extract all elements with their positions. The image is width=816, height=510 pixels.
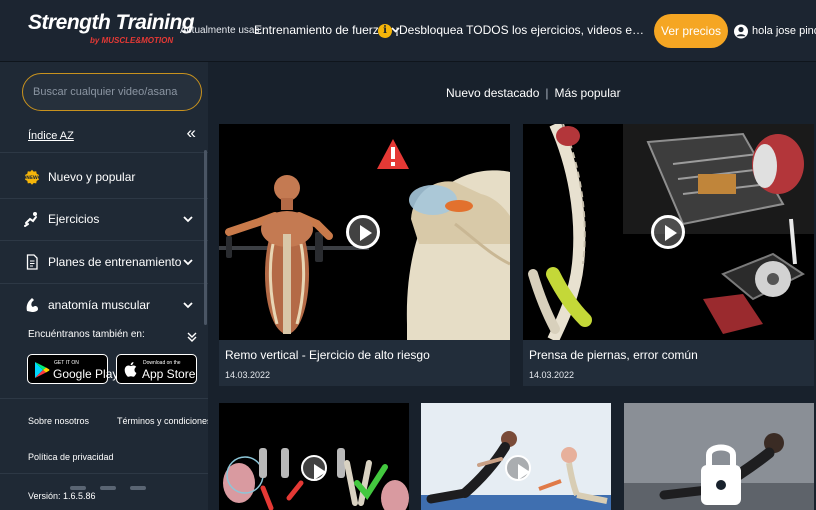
video-date: 14.03.2022	[225, 370, 271, 380]
app-logo[interactable]: Strength Training by MUSCLE&MOTION	[28, 11, 195, 52]
sidebar: Índice AZ « NEW Nuevo y popular Ejercici…	[0, 62, 212, 510]
unlock-promo-link[interactable]: ¡Desbloquea TODOS los ejercicios, videos…	[395, 23, 647, 37]
sidebar-item-label: Ejercicios	[48, 212, 100, 226]
logo-text: Strength Training	[28, 11, 195, 34]
content-tabs: Nuevo destacado | Más popular	[446, 86, 621, 100]
google-play-badge[interactable]: GET IT ON Google Play	[27, 354, 118, 384]
current-program-label: Actualmente usas:	[180, 25, 263, 36]
top-bar: Strength Training by MUSCLE&MOTION Actua…	[0, 0, 816, 62]
google-play-icon	[35, 362, 50, 378]
find-us-label: Encuéntranos también en:	[28, 329, 145, 340]
store-badge-big-text: Google Play	[53, 367, 119, 381]
sidebar-scrollbar[interactable]	[204, 150, 207, 325]
video-card[interactable]	[421, 403, 611, 510]
video-title: Remo vertical - Ejercicio de alto riesgo	[225, 348, 430, 362]
about-us-link[interactable]: Sobre nosotros	[28, 416, 89, 426]
play-icon[interactable]	[505, 455, 531, 481]
sidebar-item-label: Nuevo y popular	[48, 170, 136, 184]
divider	[0, 152, 208, 153]
logo-subtitle: by MUSCLE&MOTION	[90, 36, 174, 45]
exercise-icon	[24, 212, 37, 227]
video-card[interactable]: Remo vertical - Ejercicio de alto riesgo…	[219, 124, 510, 386]
chevron-down-icon	[183, 302, 193, 309]
document-icon	[26, 254, 38, 270]
user-icon[interactable]	[734, 24, 748, 39]
version-label: Versión: 1.6.5.86	[28, 491, 96, 501]
sidebar-item-new-popular[interactable]: NEW Nuevo y popular	[0, 156, 204, 198]
play-icon[interactable]	[651, 215, 685, 249]
divider	[0, 398, 208, 399]
video-card[interactable]: Prensa de piernas, error común 14.03.202…	[523, 124, 814, 386]
video-card[interactable]	[219, 403, 409, 510]
collapse-sidebar-icon[interactable]: «	[187, 123, 196, 143]
sidebar-item-exercises[interactable]: Ejercicios	[0, 198, 204, 240]
az-index-link[interactable]: Índice AZ	[28, 130, 74, 142]
tab-separator: |	[545, 86, 549, 100]
chevron-down-icon	[183, 259, 193, 266]
sidebar-item-label: Planes de entrenamiento	[48, 255, 182, 269]
user-greeting[interactable]: hola jose pino	[752, 25, 816, 37]
sidebar-item-training-plans[interactable]: Planes de entrenamiento	[0, 241, 204, 283]
double-chevron-down-icon[interactable]	[186, 331, 198, 343]
video-date: 14.03.2022	[529, 370, 575, 380]
main-content: Nuevo destacado | Más popular Remo verti…	[208, 62, 816, 510]
store-badge-small-text: GET IT ON	[54, 360, 79, 366]
muscle-icon	[26, 298, 38, 312]
apple-icon	[124, 362, 137, 377]
privacy-link[interactable]: Política de privacidad	[28, 452, 114, 462]
svg-text:NEW: NEW	[26, 175, 38, 181]
divider	[0, 473, 208, 474]
az-index-row: Índice AZ «	[28, 123, 196, 143]
play-icon[interactable]	[301, 455, 327, 481]
play-icon[interactable]	[346, 215, 380, 249]
sidebar-item-muscle-anatomy[interactable]: anatomía muscular	[0, 284, 204, 326]
store-badge-small-text: Download on the	[143, 360, 181, 366]
store-badge-big-text: App Store	[142, 367, 196, 381]
tab-new-featured[interactable]: Nuevo destacado	[446, 86, 539, 100]
video-title: Prensa de piernas, error común	[529, 348, 698, 362]
tab-most-popular[interactable]: Más popular	[555, 86, 621, 100]
lock-icon	[701, 444, 741, 505]
app-store-badge[interactable]: Download on the App Store	[116, 354, 197, 384]
sidebar-item-label: anatomía muscular	[48, 298, 151, 312]
chevron-down-icon	[183, 216, 193, 223]
video-card-locked[interactable]	[624, 403, 814, 510]
view-prices-button[interactable]: Ver precios	[654, 14, 728, 48]
program-selector-value: Entrenamiento de fuerza	[254, 23, 386, 37]
terms-link[interactable]: Términos y condiciones	[117, 416, 212, 426]
info-icon[interactable]: i	[378, 24, 392, 38]
search-input[interactable]	[22, 73, 202, 111]
badge-new-icon: NEW	[25, 169, 39, 185]
